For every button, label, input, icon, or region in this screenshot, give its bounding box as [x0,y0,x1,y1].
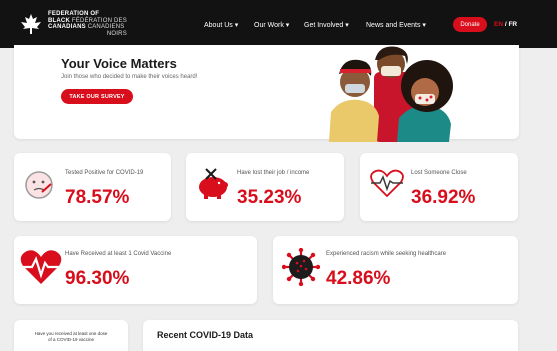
nav-item-get-involved[interactable]: Get Involved ▾ [304,21,349,29]
recent-covid-data-title: Recent COVID-19 Data [157,330,254,340]
language-switcher: EN / FR [494,21,517,28]
hero-subtitle: Join those who decided to make their voi… [61,74,198,80]
sick-face-icon [25,171,53,199]
donate-button[interactable]: Donate [453,17,487,32]
virus-icon [282,248,320,286]
stat-card-tested-positive: Tested Positive for COVID-19 78.57% [14,153,171,221]
nav-item-our-work[interactable]: Our Work ▾ [254,21,289,29]
top-navigation-bar: FEDERATION OF BLACK FÉDÉRATION DES CANAD… [0,0,557,48]
stat-value: 36.92% [411,187,476,208]
stat-label: Lost Someone Close [411,170,467,176]
nav-item-about-us[interactable]: About Us ▾ [204,21,238,29]
lang-fr-link[interactable]: FR [508,21,517,28]
stat-card-lost-job: Have lost their job / income 35.23% [186,153,344,221]
logo-line-2-bold: BLACK [48,17,70,24]
stat-value: 42.86% [326,268,391,289]
nav-item-news-and-events[interactable]: News and Events ▾ [366,21,426,29]
stat-label: Have Received at least 1 Covid Vaccine [65,251,172,257]
stat-label: Tested Positive for COVID-19 [65,170,144,176]
fbc-logo[interactable]: FEDERATION OF BLACK FÉDÉRATION DES CANAD… [20,11,127,37]
stat-value: 35.23% [237,187,302,208]
stat-value: 96.30% [65,268,130,289]
lang-en-link[interactable]: EN [494,21,503,28]
stat-label: Experienced racism while seeking healthc… [326,251,447,257]
stat-value: 78.57% [65,187,130,208]
recent-covid-data-card: Recent COVID-19 Data [143,320,518,351]
logo-line-4: NOIRS [106,30,127,37]
maple-leaf-logo-icon [21,14,41,34]
logo-line-3-bold: CANADIANS [48,24,86,30]
stat-label: Have lost their job / income [237,170,310,176]
stat-card-vaccine: Have Received at least 1 Covid Vaccine 9… [14,236,257,304]
vaccine-question-line-2: of a COVID-19 vaccine [47,336,95,342]
broken-piggy-bank-icon [199,168,228,199]
survey-hero-card: Your Voice Matters Join those who decide… [14,45,519,142]
logo-line-3-light: CANADIENS [87,24,125,30]
heartbeat-icon [370,169,404,198]
masked-people-illustration [329,46,453,142]
stat-card-lost-someone: Lost Someone Close 36.92% [360,153,518,221]
stat-card-racism: Experienced racism while seeking healthc… [273,236,518,304]
heart-pulse-icon [19,250,63,284]
hero-title: Your Voice Matters [61,56,177,71]
vaccine-question-card: Have you received at least one dose of a… [14,320,128,351]
logo-wordmark: FEDERATION OF BLACK FÉDÉRATION DES CANAD… [48,11,127,37]
take-survey-button[interactable]: TAKE OUR SURVEY [61,89,133,104]
logo-line-2-light: FÉDÉRATION DES [71,17,127,24]
vaccine-question-text: Have you received at least one dose of a… [18,331,124,342]
